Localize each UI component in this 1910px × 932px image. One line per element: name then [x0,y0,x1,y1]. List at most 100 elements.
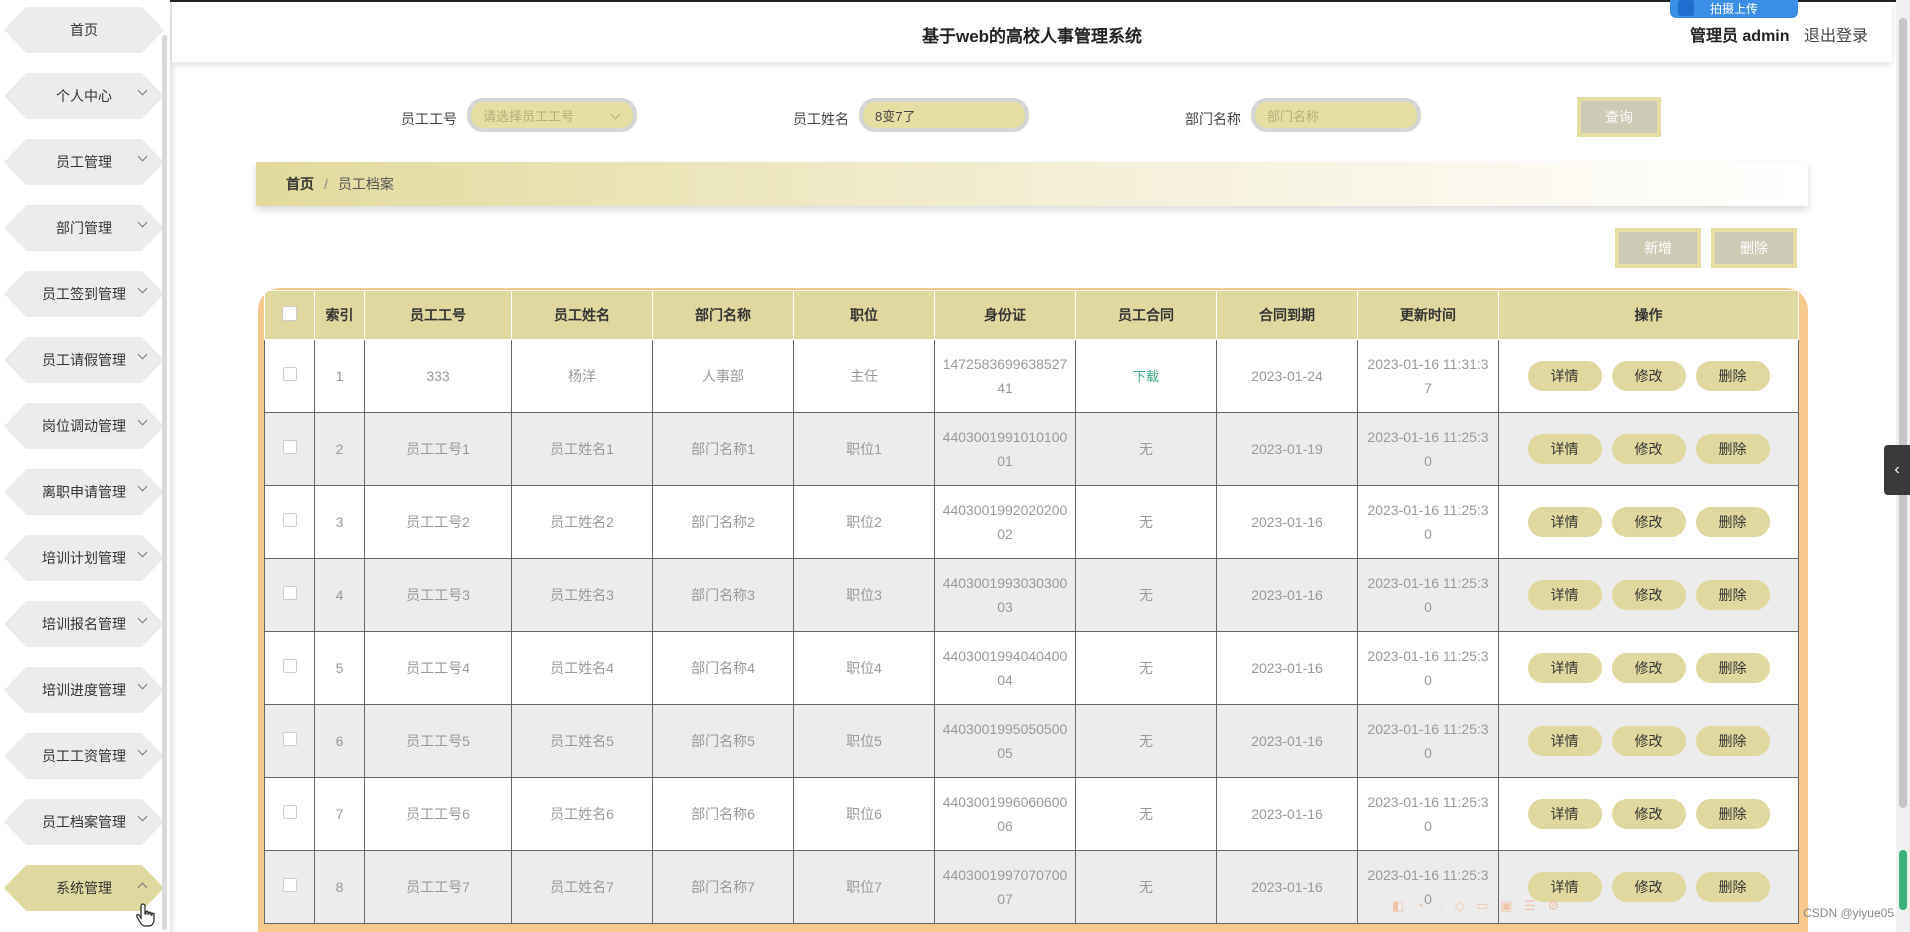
sidebar-item[interactable]: 员工管理 [4,139,164,185]
sidebar-item[interactable]: 培训进度管理 [4,667,164,713]
col-header: 员工合同 [1075,290,1217,340]
sidebar-scrollbar[interactable] [162,35,167,930]
row-checkbox[interactable] [282,440,297,454]
edit-button[interactable]: 修改 [1611,434,1686,464]
collapse-panel-button[interactable]: ‹ [1884,445,1910,495]
row-checkbox[interactable] [282,732,297,746]
cell-name: 杨洋 [511,339,653,413]
cell-position: 职位4 [793,631,935,705]
row-select-cell [264,704,315,778]
cell-expire: 2023-01-16 [1216,485,1358,559]
select-all-checkbox[interactable] [282,306,297,321]
delete-button[interactable]: 删除 [1695,580,1770,610]
sidebar-item[interactable]: 员工档案管理 [4,799,164,845]
col-header: 更新时间 [1357,290,1499,340]
cell-updated: 2023-01-16 11:25:30 [1357,558,1499,632]
edit-button[interactable]: 修改 [1611,580,1686,610]
table-row: 7 员工工号6 员工姓名6 部门名称6 职位6 440300199606060006 无 20… [264,777,1799,851]
row-checkbox[interactable] [282,586,297,600]
edit-button[interactable]: 修改 [1611,361,1686,391]
row-checkbox[interactable] [282,878,297,892]
sidebar-item[interactable]: 部门管理 [4,205,164,251]
dept-input[interactable]: 部门名称 [1251,98,1421,132]
delete-button[interactable]: 删除 [1695,653,1770,683]
sidebar-item-label: 个人中心 [56,88,112,104]
sidebar-item-label: 员工管理 [56,154,112,170]
col-header: 身份证 [934,290,1076,340]
cell-dept: 部门名称4 [652,631,794,705]
upload-label: 拍摄上传 [1709,1,1758,16]
row-actions: 详情 修改 删除 [1498,412,1799,486]
sidebar: 首页 个人中心 员工管理 部门管理 员工签到管理 员工请假管理 岗位调动管理 离职申请管理 培训… [0,0,170,932]
row-select-cell [264,485,315,559]
delete-button[interactable]: 删除 [1695,507,1770,537]
delete-button[interactable]: 删除 [1695,726,1770,756]
row-checkbox[interactable] [282,659,297,673]
dept-placeholder: 部门名称 [1267,108,1320,124]
detail-button[interactable]: 详情 [1527,580,1602,610]
cell-name: 员工姓名3 [511,558,653,632]
sidebar-item[interactable]: 离职申请管理 [4,469,164,515]
query-button[interactable]: 查询 [1577,97,1661,137]
cell-id-card: 440300199101010001 [934,412,1076,486]
col-header: 索引 [314,290,365,340]
chevron-down-icon [137,882,148,893]
cell-updated: 2023-01-16 11:25:30 [1357,777,1499,851]
cell-emp-no: 员工工号2 [364,485,512,559]
delete-button[interactable]: 删除 [1695,799,1770,829]
cell-position: 职位2 [793,485,935,559]
logout-link[interactable]: 退出登录 [1804,28,1868,45]
sidebar-item[interactable]: 培训计划管理 [4,535,164,581]
delete-button[interactable]: 删除 [1695,872,1770,902]
edit-button[interactable]: 修改 [1611,799,1686,829]
detail-button[interactable]: 详情 [1527,361,1602,391]
breadcrumb-home[interactable]: 首页 [286,174,314,194]
upload-button[interactable]: 拍摄上传 [1670,0,1798,18]
detail-button[interactable]: 详情 [1527,653,1602,683]
cell-dept: 部门名称3 [652,558,794,632]
sidebar-item[interactable]: 员工请假管理 [4,337,164,383]
detail-button[interactable]: 详情 [1527,434,1602,464]
emp-no-select[interactable]: 请选择员工工号 [467,98,637,132]
sidebar-item[interactable]: 员工工资管理 [4,733,164,779]
sidebar-item-label: 培训报名管理 [42,616,126,632]
row-checkbox[interactable] [282,805,297,819]
detail-button[interactable]: 详情 [1527,726,1602,756]
add-button[interactable]: 新增 [1615,228,1701,268]
cell-id-card: 440300199606060006 [934,777,1076,851]
table-row: 2 员工工号1 员工姓名1 部门名称1 职位1 440300199101010001 无 20… [264,412,1799,486]
contract-download-link[interactable]: 下载 [1133,369,1159,384]
batch-delete-button[interactable]: 删除 [1711,228,1797,268]
edit-button[interactable]: 修改 [1611,872,1686,902]
cell-expire: 2023-01-16 [1216,777,1358,851]
detail-button[interactable]: 详情 [1527,507,1602,537]
col-header: 员工姓名 [511,290,653,340]
row-select-cell [264,777,315,851]
select-all-cell [264,290,315,340]
sidebar-item[interactable]: 个人中心 [4,73,164,119]
delete-button[interactable]: 删除 [1695,434,1770,464]
sidebar-item[interactable]: 员工签到管理 [4,271,164,317]
sidebar-item-label: 岗位调动管理 [42,418,126,434]
sidebar-item[interactable]: 首页 [4,7,164,53]
table-row: 5 员工工号4 员工姓名4 部门名称4 职位4 440300199404040004 无 20… [264,631,1799,705]
table-row: 3 员工工号2 员工姓名2 部门名称2 职位2 440300199202020002 无 20… [264,485,1799,559]
page-scrollbar-thumb[interactable] [1899,18,1907,808]
edit-button[interactable]: 修改 [1611,653,1686,683]
sidebar-item-label: 员工请假管理 [42,352,126,368]
edit-button[interactable]: 修改 [1611,726,1686,756]
cell-emp-no: 员工工号4 [364,631,512,705]
cell-index: 5 [314,631,365,705]
cell-contract: 下载 [1075,339,1217,413]
archive-table: 索引 员工工号 员工姓名 部门名称 职位 身份证 员工合同 合同到期 更新时间 … [264,290,1799,924]
emp-name-input[interactable]: 8变7了 [859,98,1029,132]
sidebar-item[interactable]: 培训报名管理 [4,601,164,647]
chevron-down-icon [137,85,148,96]
sidebar-item[interactable]: 岗位调动管理 [4,403,164,449]
row-checkbox[interactable] [282,513,297,527]
edit-button[interactable]: 修改 [1611,507,1686,537]
row-checkbox[interactable] [282,367,297,381]
delete-button[interactable]: 删除 [1695,361,1770,391]
detail-button[interactable]: 详情 [1527,799,1602,829]
cell-updated: 2023-01-16 11:25:30 [1357,485,1499,559]
